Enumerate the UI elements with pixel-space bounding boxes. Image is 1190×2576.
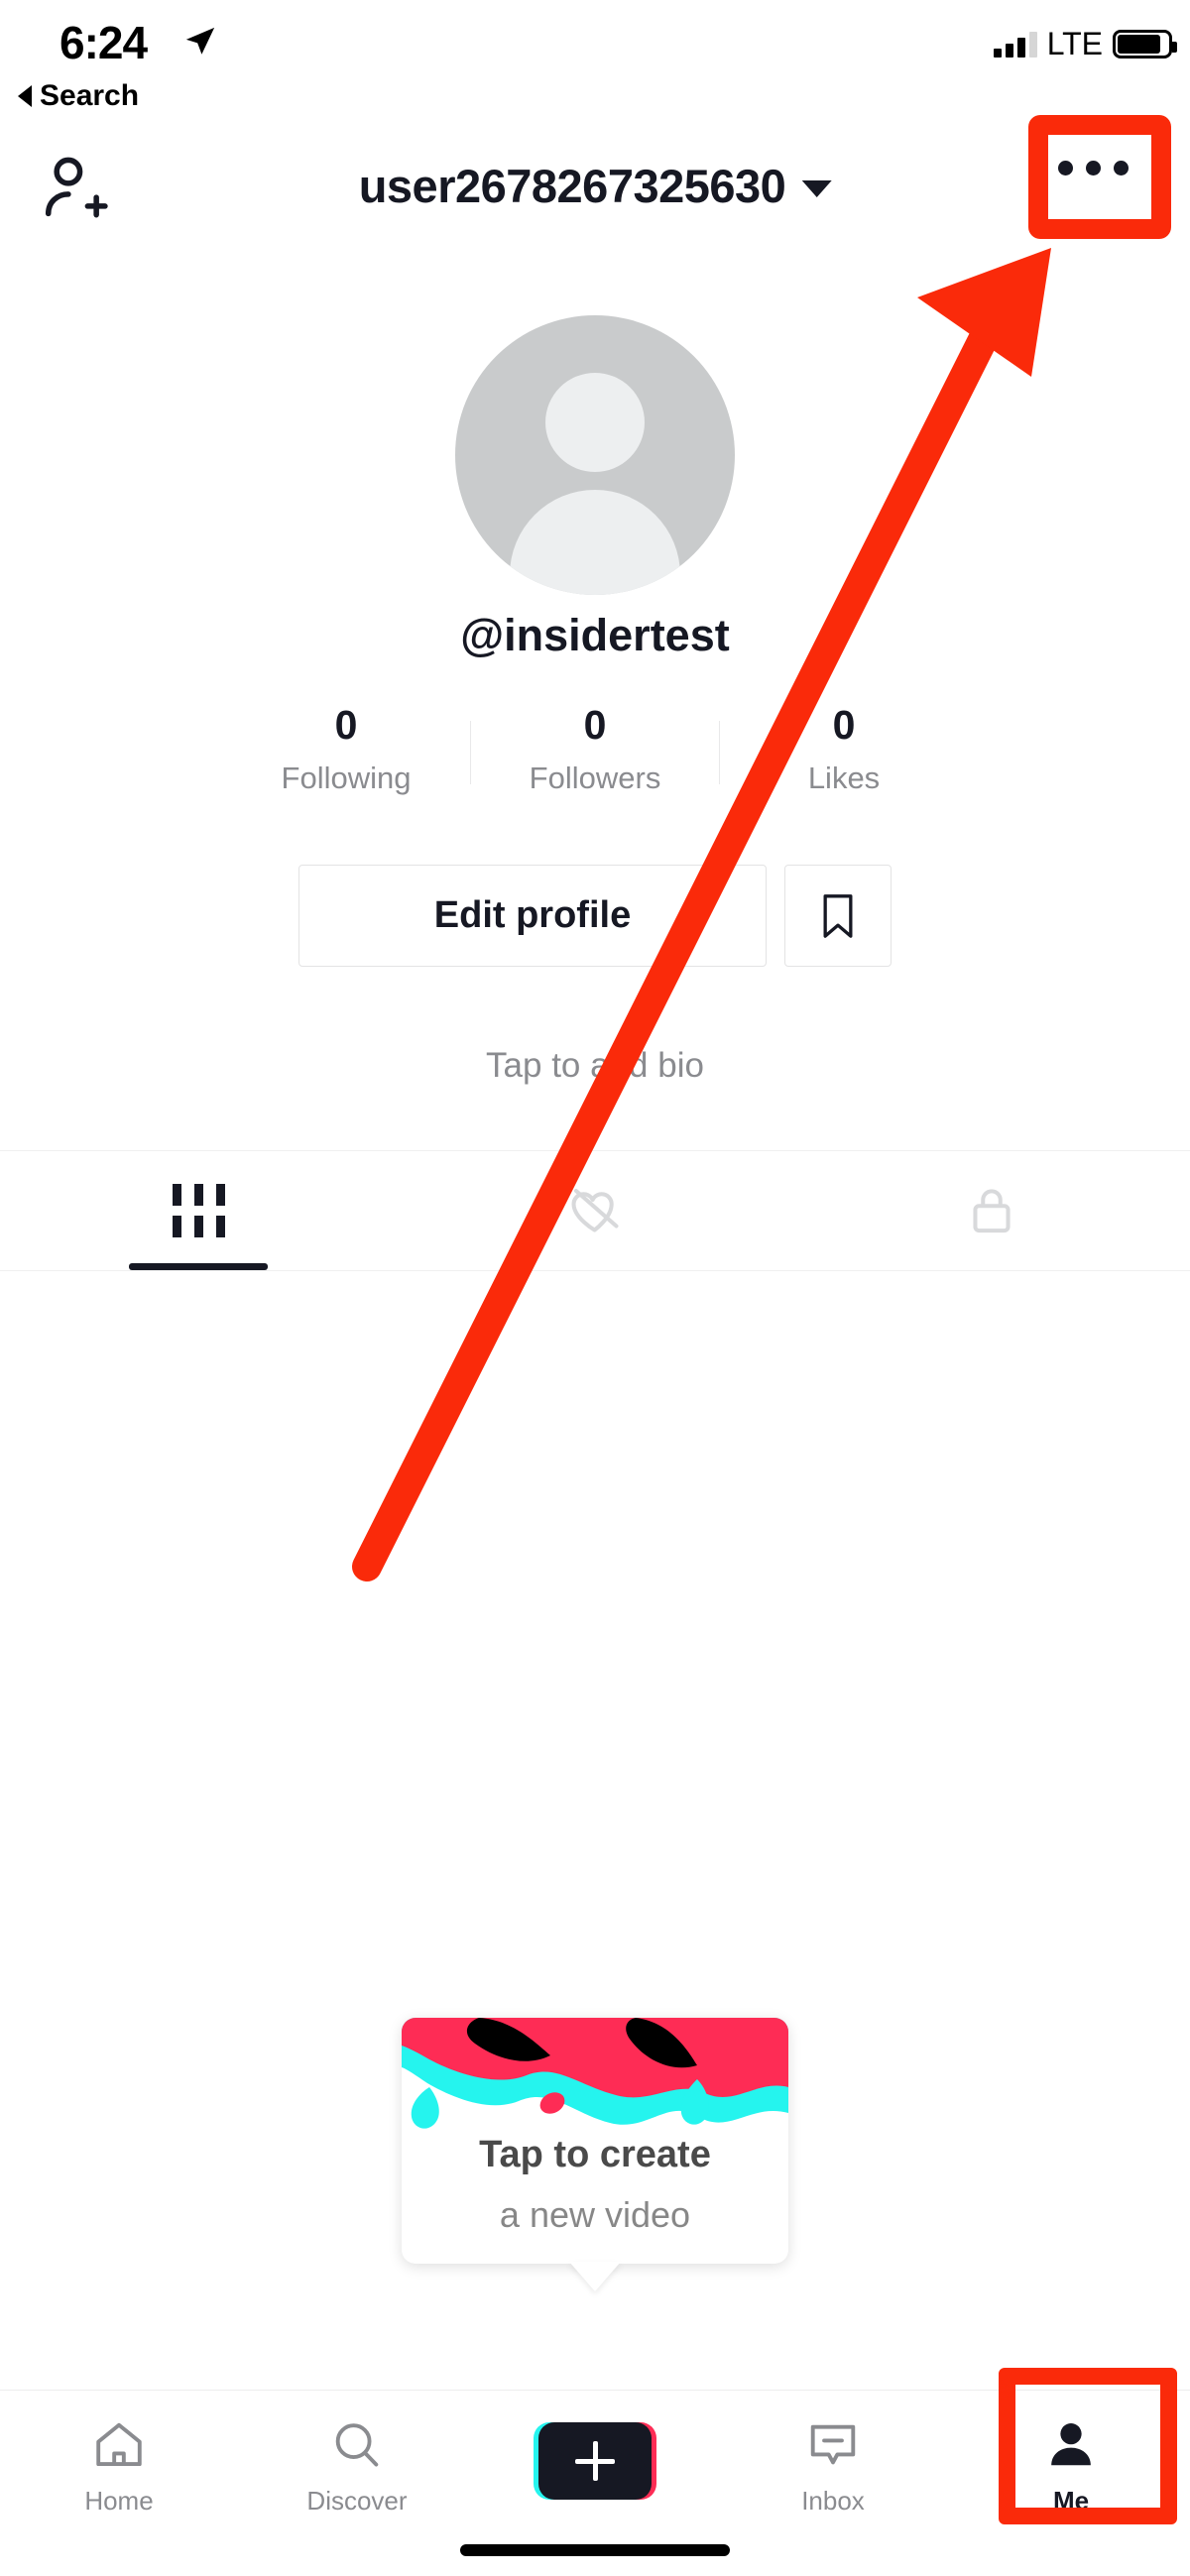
- tab-bar-label: Me: [1052, 2486, 1090, 2516]
- status-indicators: LTE: [993, 26, 1177, 62]
- back-triangle-icon: [18, 85, 32, 107]
- three-dots-icon: [1114, 161, 1129, 176]
- stat-label: Followers: [529, 761, 661, 796]
- bookmark-button[interactable]: [784, 865, 892, 967]
- profile-stats: 0 Following 0 Followers 0 Likes: [0, 702, 1190, 796]
- location-arrow-icon: [185, 27, 215, 55]
- active-tab-underline: [129, 1263, 268, 1270]
- three-dots-icon: [1058, 161, 1073, 176]
- tooltip-pointer: [569, 2262, 621, 2291]
- back-to-search-link[interactable]: Search: [18, 79, 139, 113]
- home-icon: [96, 2422, 142, 2467]
- username-dropdown[interactable]: user2678267325630: [359, 159, 832, 213]
- bio-placeholder[interactable]: Tap to add bio: [0, 1046, 1190, 1086]
- lock-icon: [973, 1189, 1011, 1233]
- username-label: user2678267325630: [358, 160, 786, 212]
- status-time: 6:24: [60, 17, 148, 68]
- edit-profile-label: Edit profile: [433, 894, 632, 936]
- tooltip-splash-art: [402, 2018, 788, 2147]
- battery-icon: [1113, 30, 1177, 59]
- default-avatar-body: [510, 490, 680, 595]
- person-icon: [1051, 2423, 1091, 2466]
- create-video-tooltip[interactable]: Tap to create a new video: [402, 2018, 788, 2264]
- stat-count: 0: [832, 702, 856, 748]
- grid-icon: [172, 1184, 225, 1237]
- tooltip-line2: a new video: [499, 2194, 691, 2235]
- bookmark-icon: [823, 893, 853, 938]
- default-avatar-icon: [545, 373, 645, 472]
- back-link-label: Search: [40, 79, 140, 112]
- tab-bar-label: Home: [84, 2486, 154, 2516]
- tooltip-line1: Tap to create: [479, 2134, 711, 2175]
- chevron-down-icon: [801, 180, 832, 197]
- heart-slash-icon: [571, 1188, 619, 1232]
- status-bar: 6:24 LTE: [0, 0, 1190, 85]
- home-indicator: [460, 2544, 730, 2556]
- three-dots-icon: [1086, 161, 1101, 176]
- stat-followers[interactable]: 0 Followers: [471, 702, 719, 796]
- avatar[interactable]: [455, 315, 735, 595]
- tiktok-profile-screen: 6:24 LTE Search user2678267325630 @insid…: [0, 0, 1190, 2576]
- tab-bar-item-discover[interactable]: Discover: [238, 2391, 476, 2576]
- cellular-signal-icon: [993, 31, 1037, 58]
- tab-bar-item-inbox[interactable]: Inbox: [714, 2391, 952, 2576]
- tab-bar-label: Discover: [306, 2486, 408, 2516]
- plus-icon[interactable]: [534, 2422, 656, 2500]
- profile-actions: Edit profile: [0, 865, 1190, 967]
- network-label: LTE: [1046, 26, 1103, 61]
- more-options-button[interactable]: [1058, 161, 1129, 176]
- profile-navbar: user2678267325630: [0, 139, 1190, 248]
- tab-bar-item-home[interactable]: Home: [0, 2391, 238, 2576]
- stat-following[interactable]: 0 Following: [222, 702, 470, 796]
- inbox-icon: [810, 2424, 856, 2465]
- tab-bar-label: Inbox: [801, 2486, 865, 2516]
- stat-count: 0: [583, 702, 607, 748]
- stat-label: Likes: [807, 761, 881, 796]
- content-tabs: [0, 1150, 1190, 1271]
- add-person-icon[interactable]: [38, 151, 115, 228]
- stat-count: 0: [334, 702, 358, 748]
- tab-private[interactable]: [793, 1151, 1190, 1270]
- stat-label: Following: [281, 761, 412, 796]
- edit-profile-button[interactable]: Edit profile: [298, 865, 767, 967]
- profile-handle: @insidertest: [460, 610, 730, 660]
- tab-liked[interactable]: [397, 1151, 793, 1270]
- stat-likes[interactable]: 0 Likes: [720, 702, 968, 796]
- search-icon: [335, 2423, 379, 2467]
- tab-bar-item-me[interactable]: Me: [952, 2391, 1190, 2576]
- tab-videos[interactable]: [0, 1151, 397, 1270]
